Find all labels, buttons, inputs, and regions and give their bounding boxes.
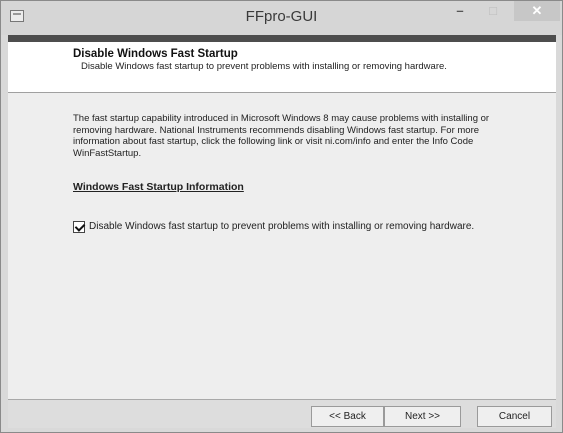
close-button[interactable]: ✕ bbox=[514, 1, 560, 21]
wizard-body: The fast startup capability introduced i… bbox=[8, 93, 556, 400]
back-button[interactable]: << Back bbox=[311, 406, 384, 427]
minimize-button[interactable]: – bbox=[446, 1, 474, 21]
checkbox-label[interactable]: Disable Windows fast startup to prevent … bbox=[89, 221, 474, 232]
maximize-button[interactable]: □ bbox=[480, 1, 506, 21]
cancel-button[interactable]: Cancel bbox=[477, 406, 552, 427]
page-title: Disable Windows Fast Startup bbox=[73, 48, 238, 60]
installer-window: FFpro-GUI – □ ✕ Disable Windows Fast Sta… bbox=[0, 0, 563, 433]
disable-fast-startup-checkbox[interactable] bbox=[73, 221, 85, 233]
wizard-header: Disable Windows Fast Startup Disable Win… bbox=[8, 42, 556, 93]
button-bar: << Back Next >> Cancel bbox=[8, 400, 556, 428]
next-button[interactable]: Next >> bbox=[384, 406, 461, 427]
fast-startup-info-link[interactable]: Windows Fast Startup Information bbox=[73, 181, 244, 193]
title-separator bbox=[8, 35, 556, 42]
title-bar[interactable]: FFpro-GUI – □ ✕ bbox=[1, 1, 562, 35]
info-paragraph: The fast startup capability introduced i… bbox=[73, 113, 490, 159]
window-title: FFpro-GUI bbox=[245, 8, 318, 25]
page-description: Disable Windows fast startup to prevent … bbox=[81, 61, 447, 72]
